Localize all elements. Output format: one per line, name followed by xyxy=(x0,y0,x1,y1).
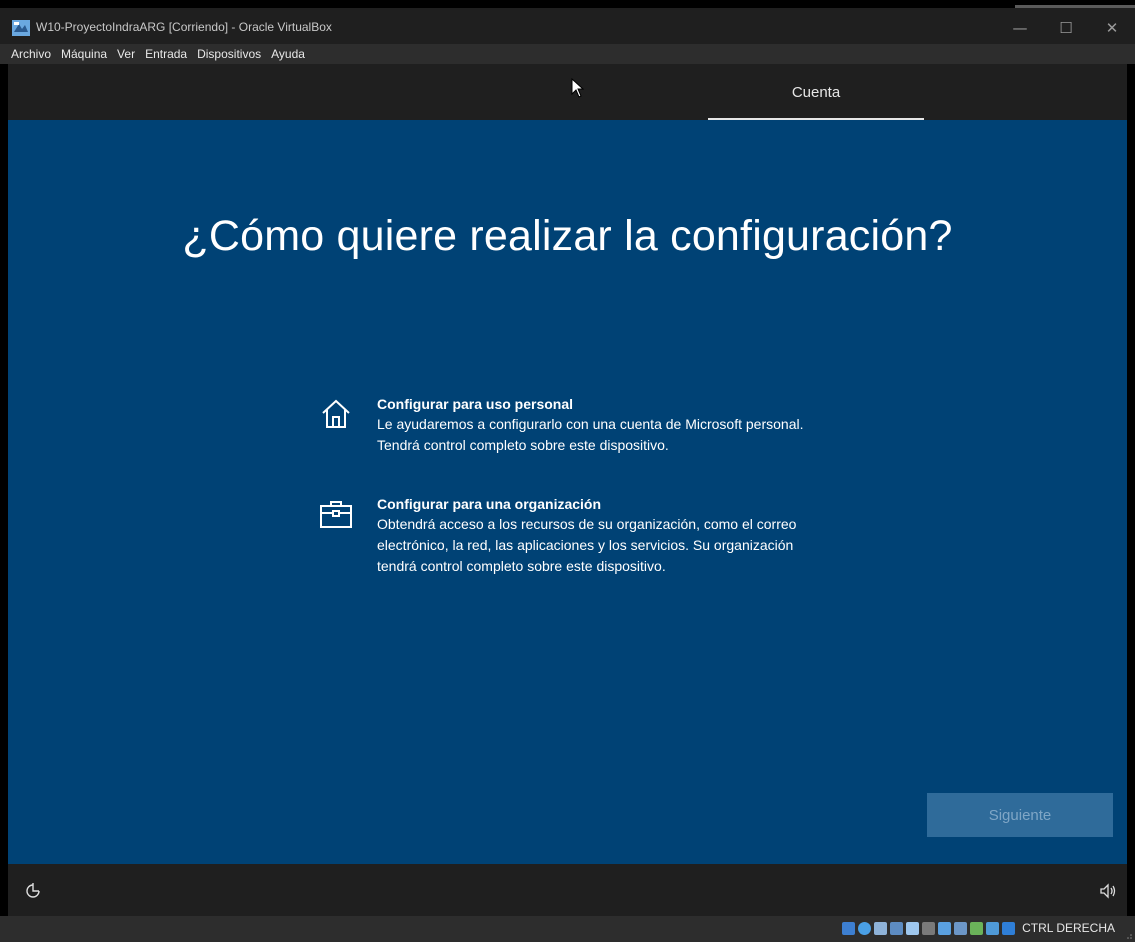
option-organization-description: Obtendrá acceso a los recursos de su org… xyxy=(377,516,797,574)
menu-archivo[interactable]: Archivo xyxy=(6,47,56,61)
option-personal-title: Configurar para uso personal xyxy=(377,396,574,412)
status-bar: CTRL DERECHA xyxy=(0,916,1135,942)
window-top-edge xyxy=(0,0,1135,8)
hard-disk-icon[interactable] xyxy=(842,921,856,935)
menu-dispositivos[interactable]: Dispositivos xyxy=(192,47,266,61)
resize-grip-icon[interactable] xyxy=(1124,931,1132,939)
network-icon[interactable] xyxy=(890,921,904,935)
menu-bar: Archivo Máquina Ver Entrada Dispositivos… xyxy=(0,44,1135,64)
optical-drive-icon[interactable] xyxy=(858,921,872,935)
audio-icon[interactable] xyxy=(874,921,888,935)
accessibility-icon[interactable] xyxy=(24,882,42,900)
title-bar[interactable]: W10-ProyectoIndraARG [Corriendo] - Oracl… xyxy=(0,8,1135,44)
usb-icon[interactable] xyxy=(906,921,920,935)
recording-icon[interactable] xyxy=(954,921,968,935)
vm-screen[interactable]: Cuenta ¿Cómo quiere realizar la configur… xyxy=(8,64,1127,916)
option-personal-description: Le ayudaremos a configurarlo con una cue… xyxy=(377,416,804,453)
oobe-header: Cuenta xyxy=(8,64,1127,120)
display-icon[interactable] xyxy=(938,921,952,935)
close-icon[interactable]: ✕ xyxy=(1089,14,1135,42)
option-organization[interactable]: Configurar para una organización Obtendr… xyxy=(318,494,838,604)
house-icon xyxy=(322,399,350,428)
menu-ver[interactable]: Ver xyxy=(112,47,140,61)
menu-maquina[interactable]: Máquina xyxy=(56,47,112,61)
option-organization-title: Configurar para una organización xyxy=(377,496,602,512)
keyboard-icon[interactable] xyxy=(1002,921,1016,935)
window-title: W10-ProyectoIndraARG [Corriendo] - Oracl… xyxy=(36,20,332,34)
mouse-integration-icon[interactable] xyxy=(986,921,1000,935)
oobe-footer xyxy=(8,864,1127,916)
next-button[interactable]: Siguiente xyxy=(927,793,1113,837)
tab-cuenta: Cuenta xyxy=(791,83,841,101)
menu-entrada[interactable]: Entrada xyxy=(140,47,192,61)
host-key-label[interactable]: CTRL DERECHA xyxy=(1022,921,1115,935)
maximize-icon[interactable]: ☐ xyxy=(1043,14,1089,42)
page-title: ¿Cómo quiere realizar la configuración? xyxy=(182,212,953,260)
briefcase-icon xyxy=(320,501,352,528)
menu-ayuda[interactable]: Ayuda xyxy=(266,47,310,61)
minimize-icon[interactable]: — xyxy=(997,14,1043,42)
tab-underline xyxy=(708,118,924,120)
option-personal[interactable]: Configurar para uso personal Le ayudarem… xyxy=(318,394,838,458)
virtualbox-logo-icon xyxy=(12,20,30,36)
status-tray: CTRL DERECHA xyxy=(842,921,1115,935)
shared-folder-icon[interactable] xyxy=(922,921,936,935)
mouse-cursor-icon xyxy=(571,78,585,98)
volume-icon[interactable] xyxy=(1099,882,1117,900)
cpu-icon[interactable] xyxy=(970,921,984,935)
